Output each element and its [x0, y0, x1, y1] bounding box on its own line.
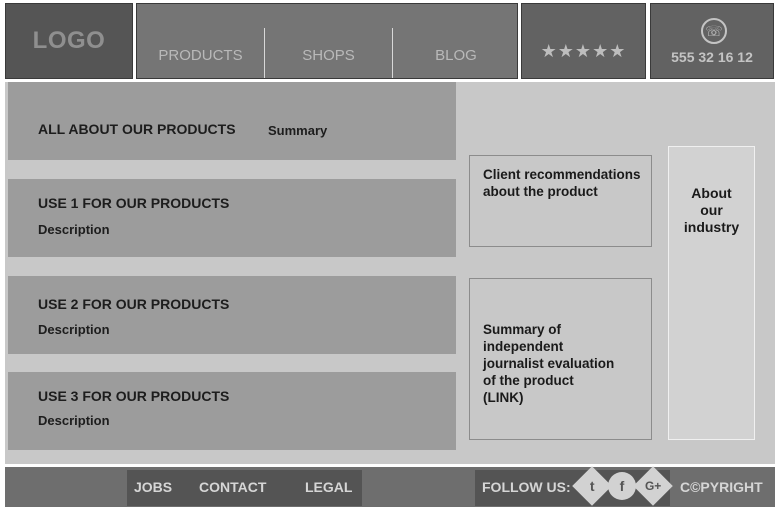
about-industry-panel[interactable]: About our industry: [668, 146, 755, 440]
footer-link-jobs[interactable]: JOBS: [134, 479, 172, 495]
card-line: Client recommendations: [483, 167, 641, 182]
nav-blog-label: BLOG: [435, 47, 477, 64]
card-line: about the product: [483, 184, 598, 199]
client-recommendations-card[interactable]: Client recommendations about the product: [469, 155, 652, 247]
industry-line: our: [700, 202, 723, 218]
phone-number: 555 32 16 12: [671, 49, 753, 65]
journalist-evaluation-card[interactable]: Summary of independent journalist evalua…: [469, 278, 652, 440]
section-use-2[interactable]: USE 2 FOR OUR PRODUCTS Description: [8, 276, 456, 354]
section-description: Description: [38, 413, 110, 428]
copyright: C©PYRIGHT: [680, 479, 763, 495]
section-use-3[interactable]: USE 3 FOR OUR PRODUCTS Description: [8, 372, 456, 450]
rating-stars[interactable]: ★★★★★: [521, 3, 646, 79]
footer-link-contact[interactable]: CONTACT: [199, 479, 266, 495]
section-title: USE 1 FOR OUR PRODUCTS: [38, 195, 230, 211]
card-line: of the product: [483, 373, 574, 388]
section-description: Description: [38, 322, 110, 337]
phone-contact[interactable]: ☏ 555 32 16 12: [650, 3, 774, 79]
twitter-glyph: t: [589, 477, 595, 494]
nav-products-label: PRODUCTS: [158, 47, 243, 64]
phone-icon: ☏: [701, 18, 727, 44]
section-title: USE 3 FOR OUR PRODUCTS: [38, 388, 230, 404]
nav-shops[interactable]: SHOPS: [265, 4, 392, 78]
section-use-1[interactable]: USE 1 FOR OUR PRODUCTS Description: [8, 179, 456, 257]
main-nav: PRODUCTS SHOPS BLOG: [136, 3, 518, 79]
industry-line: About: [691, 185, 732, 201]
section-description: Description: [38, 222, 110, 237]
follow-label: FOLLOW US:: [482, 479, 571, 495]
card-line: independent: [483, 339, 564, 354]
google-plus-glyph: G+: [644, 479, 662, 493]
footer-link-legal[interactable]: LEGAL: [305, 479, 352, 495]
stars-icon: ★★★★★: [540, 41, 627, 61]
nav-blog[interactable]: BLOG: [393, 4, 519, 78]
nav-shops-label: SHOPS: [302, 47, 355, 64]
card-link[interactable]: (LINK): [483, 389, 651, 406]
card-line: journalist evaluation: [483, 356, 615, 371]
facebook-icon[interactable]: f: [608, 472, 636, 500]
industry-line: industry: [683, 219, 740, 235]
logo-text: LOGO: [32, 27, 106, 54]
logo[interactable]: LOGO: [5, 3, 133, 79]
facebook-glyph: f: [619, 478, 625, 494]
section-title: ALL ABOUT OUR PRODUCTS: [38, 121, 236, 137]
card-line: Summary of: [483, 322, 562, 337]
section-title: USE 2 FOR OUR PRODUCTS: [38, 296, 230, 312]
section-summary: Summary: [268, 123, 328, 138]
section-all-about-products[interactable]: ALL ABOUT OUR PRODUCTS Summary: [8, 82, 456, 160]
nav-products[interactable]: PRODUCTS: [137, 4, 264, 78]
